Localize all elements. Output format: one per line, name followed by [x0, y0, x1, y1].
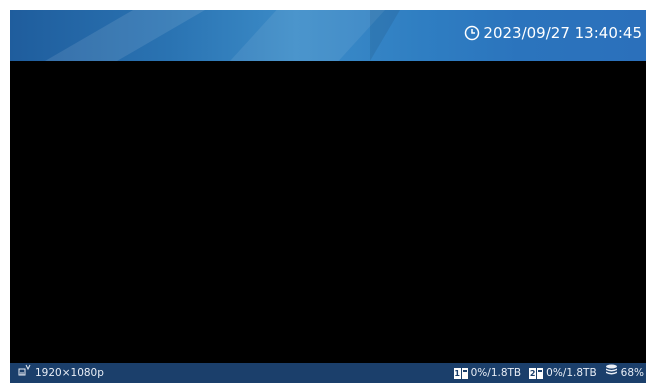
datetime-text: 2023/09/27 13:40:45	[483, 24, 642, 42]
disk-icon	[537, 367, 544, 379]
banner-decoration	[45, 10, 205, 61]
storage-percent-text: 68%	[620, 367, 644, 379]
disk-number-badge: 2	[529, 367, 537, 379]
live-view-area[interactable]	[10, 61, 646, 363]
disk-icon	[461, 367, 468, 379]
disk-usage-text: 0%/1.8TB	[546, 367, 597, 379]
clock-icon	[464, 25, 480, 41]
signal-input-icon	[18, 363, 32, 383]
disk-usage-text: 0%/1.8TB	[470, 367, 522, 379]
banner-decoration	[230, 10, 385, 61]
storage-stack-icon	[605, 363, 618, 383]
status-bar: 1920×1080p 1 0%/1.8TB 2 0%/1.8TB 68%	[10, 363, 646, 383]
resolution-status: 1920×1080p	[18, 363, 104, 383]
recorder-screen: 2023/09/27 13:40:45 1920×1080p 1 0%/1.8T…	[10, 10, 646, 383]
disk-number-badge: 1	[453, 367, 461, 379]
top-banner: 2023/09/27 13:40:45	[10, 10, 646, 61]
clock-display: 2023/09/27 13:40:45	[464, 23, 642, 43]
resolution-text: 1920×1080p	[35, 367, 104, 379]
storage-status: 1 0%/1.8TB 2 0%/1.8TB 68%	[453, 363, 644, 383]
